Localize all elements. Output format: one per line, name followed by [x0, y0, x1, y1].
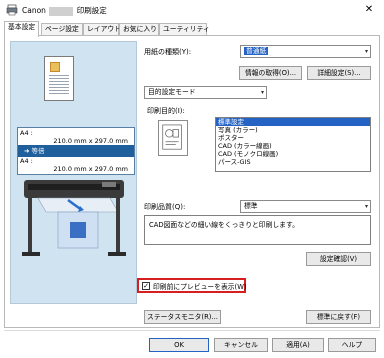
- tab-label: 基本設定: [8, 23, 36, 31]
- cad-drawing-icon: [158, 120, 188, 156]
- preview-before-print-option[interactable]: ✓ 印刷前にプレビューを表示(W): [137, 278, 247, 293]
- print-quality-select[interactable]: 標準 ▾: [240, 200, 371, 213]
- checkmark-icon: ✓: [143, 282, 149, 290]
- chevron-down-icon: ▾: [364, 48, 368, 55]
- large-format-printer-illustration: [22, 180, 126, 256]
- media-type-label: 用紙の種類(Y):: [144, 48, 192, 56]
- purpose-item-poster[interactable]: ポスター: [216, 134, 370, 142]
- scale-indicator: ➜ 等倍: [18, 145, 134, 157]
- media-type-value: 普通紙: [244, 47, 269, 55]
- purpose-item-cad-color[interactable]: CAD (カラー線画): [216, 142, 370, 150]
- output-size-label: A4 :: [20, 157, 33, 165]
- media-type-select[interactable]: 普通紙 ▾: [240, 45, 371, 58]
- purpose-item-photo-color[interactable]: 写真 (カラー): [216, 126, 370, 134]
- title-suffix: 印刷設定: [76, 6, 107, 15]
- preview-before-print-label: 印刷前にプレビューを表示(W): [153, 283, 247, 291]
- quality-description: CAD図面などの細い線をくっきりと印刷します。: [144, 215, 371, 245]
- print-purpose-list[interactable]: 標準設定 写真 (カラー) ポスター CAD (カラー線画) CAD (モノクロ…: [215, 117, 371, 172]
- print-quality-value: 標準: [244, 202, 258, 210]
- restore-defaults-button[interactable]: 標準に戻す(F): [306, 310, 371, 324]
- paper-size-info: A4 : 210.0 mm x 297.0 mm ➜ 等倍 A4 : 210.0…: [17, 127, 135, 175]
- purpose-item-standard[interactable]: 標準設定: [216, 118, 370, 126]
- print-mode-value: 目的設定モード: [148, 88, 196, 96]
- printer-app-icon: [6, 4, 18, 16]
- close-icon: ✕: [364, 4, 374, 15]
- status-monitor-button[interactable]: ステータスモニタ(R)...: [144, 310, 221, 324]
- help-button[interactable]: ヘルプ: [328, 338, 376, 352]
- tab-label: レイアウト: [87, 25, 121, 33]
- title-prefix: Canon: [22, 6, 46, 15]
- tab-label: ユーティリティ: [163, 25, 210, 33]
- title-bar: Canon 印刷設定 ✕: [0, 0, 384, 20]
- tab-basic-settings[interactable]: 基本設定: [4, 21, 39, 37]
- chevron-down-icon: ▾: [260, 89, 264, 96]
- confirm-settings-button[interactable]: 設定確認(V): [306, 252, 371, 266]
- cad-drawing-glyph: [162, 124, 182, 150]
- ok-button[interactable]: OK: [149, 338, 209, 352]
- paper-preview-icon: [44, 56, 74, 101]
- get-info-button[interactable]: 情報の取得(O)...: [239, 66, 302, 80]
- cancel-button[interactable]: キャンセル: [214, 338, 268, 352]
- chevron-down-icon: ▾: [364, 203, 368, 210]
- preview-before-print-checkbox[interactable]: ✓: [142, 282, 150, 290]
- purpose-item-cad-mono[interactable]: CAD (モノクロ線画): [216, 150, 370, 158]
- input-size-label: A4 :: [20, 129, 33, 137]
- purpose-item-perspective-gis[interactable]: パース-GIS: [216, 158, 370, 166]
- window-title: Canon 印刷設定: [22, 5, 107, 16]
- print-mode-select[interactable]: 目的設定モード ▾: [144, 86, 267, 99]
- redacted-model-name: [49, 6, 74, 16]
- output-size-value: 210.0 mm x 297.0 mm: [53, 165, 128, 173]
- media-detail-button[interactable]: 詳細設定(S)...: [307, 66, 371, 80]
- tab-label: ページ設定: [45, 25, 79, 33]
- divider: [4, 330, 380, 331]
- close-button[interactable]: ✕: [356, 1, 382, 19]
- apply-button[interactable]: 適用(A): [272, 338, 324, 352]
- input-size-value: 210.0 mm x 297.0 mm: [53, 137, 128, 145]
- tab-label: お気に入り: [123, 25, 157, 33]
- print-purpose-label: 印刷目的(I):: [147, 107, 185, 115]
- print-quality-label: 印刷品質(Q):: [144, 203, 186, 211]
- picture-thumbnail-icon: [50, 62, 60, 72]
